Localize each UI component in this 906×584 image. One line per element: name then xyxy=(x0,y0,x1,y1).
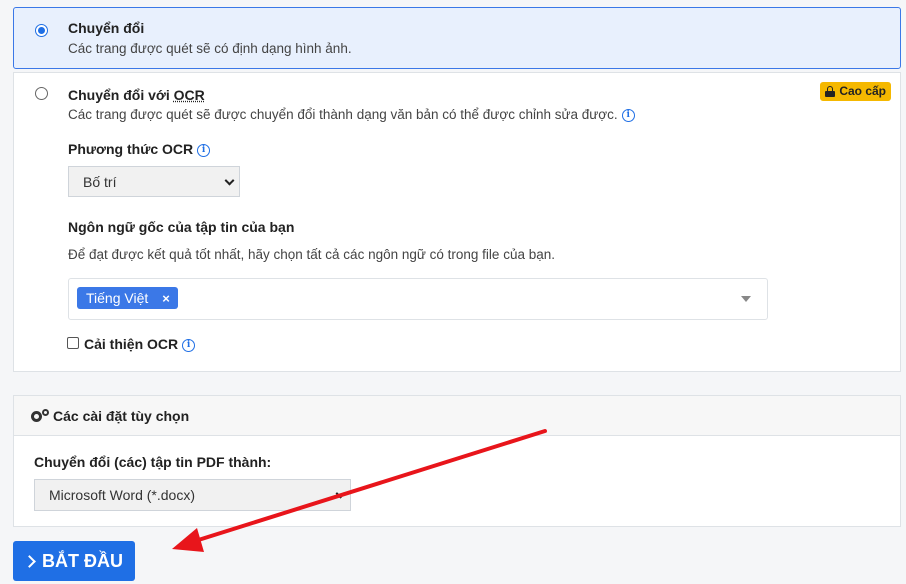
info-icon[interactable]: i xyxy=(197,143,211,157)
optional-settings-title: Các cài đặt tùy chọn xyxy=(53,407,190,424)
option-convert-description: Các trang được quét sẽ có định dạng hình… xyxy=(68,41,352,56)
ocr-method-selected-value: Bố trí xyxy=(83,173,117,190)
language-tag: Tiếng Việt × xyxy=(77,287,178,309)
option-convert-card[interactable]: Chuyển đổi Các trang được quét sẽ có địn… xyxy=(13,7,901,69)
start-button[interactable]: BẮT ĐẦU xyxy=(13,541,135,581)
gears-icon xyxy=(31,408,49,423)
chevron-down-icon xyxy=(224,175,235,186)
start-button-label: BẮT ĐẦU xyxy=(42,550,123,571)
chevron-right-icon xyxy=(23,554,36,568)
ocr-method-select[interactable]: Bố trí xyxy=(68,166,240,197)
premium-badge-label: Cao cấp xyxy=(839,84,886,98)
optional-settings-header: Các cài đặt tùy chọn xyxy=(14,396,900,436)
optional-settings-card: Các cài đặt tùy chọn Chuyển đổi (các) tậ… xyxy=(13,395,901,527)
improve-ocr-label-text: Cải thiện OCR xyxy=(84,336,179,352)
improve-ocr-checkbox[interactable] xyxy=(67,337,79,349)
language-tag-label: Tiếng Việt xyxy=(86,290,149,306)
lock-icon xyxy=(825,85,836,97)
option-ocr-description-text: Các trang được quét sẽ được chuyển đổi t… xyxy=(68,107,618,122)
option-ocr-description: Các trang được quét sẽ được chuyển đổi t… xyxy=(68,107,635,122)
convert-format-select[interactable]: Microsoft Word (*.docx) xyxy=(34,479,351,511)
language-multiselect[interactable]: Tiếng Việt × xyxy=(68,278,768,320)
caret-down-icon[interactable] xyxy=(741,296,751,302)
ocr-method-label: Phương thức OCR i xyxy=(68,141,211,157)
premium-badge: Cao cấp xyxy=(820,82,891,101)
option-convert-radio[interactable] xyxy=(35,24,48,37)
option-ocr-title-text: Chuyển đổi với xyxy=(68,87,174,103)
convert-format-selected-value: Microsoft Word (*.docx) xyxy=(49,487,195,503)
tag-remove-icon[interactable]: × xyxy=(162,291,170,306)
convert-format-label: Chuyển đổi (các) tập tin PDF thành: xyxy=(34,454,272,470)
info-icon[interactable]: i xyxy=(182,338,196,352)
improve-ocr-label: Cải thiện OCR i xyxy=(84,336,196,352)
option-ocr-radio[interactable] xyxy=(35,87,48,100)
chevron-down-icon xyxy=(335,488,346,499)
ocr-method-label-text: Phương thức OCR xyxy=(68,141,194,157)
language-label: Ngôn ngữ gốc của tập tin của bạn xyxy=(68,219,295,235)
option-convert-title: Chuyển đổi xyxy=(68,20,145,36)
option-ocr-card[interactable]: Chuyển đổi với OCR Cao cấp Các trang đượ… xyxy=(13,72,901,372)
ocr-abbreviation: OCR xyxy=(173,87,205,103)
language-help-text: Để đạt được kết quả tốt nhất, hãy chọn t… xyxy=(68,247,555,262)
annotation-arrow-head xyxy=(172,528,204,552)
info-icon[interactable]: i xyxy=(621,108,635,122)
option-ocr-title: Chuyển đổi với OCR xyxy=(68,87,205,103)
